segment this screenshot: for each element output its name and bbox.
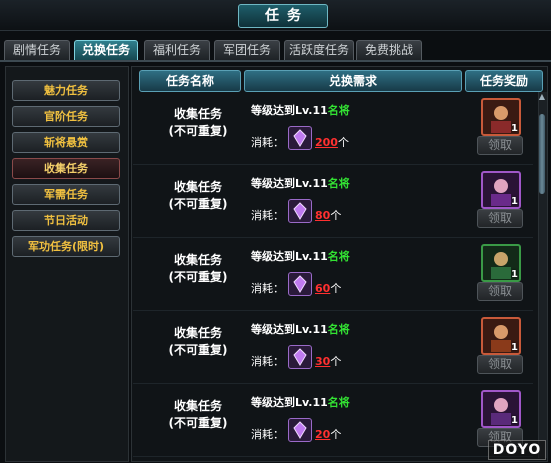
sidebar-item-bounty[interactable]: 斩将悬赏 [12, 132, 120, 153]
reward-count: 1 [511, 342, 518, 353]
requirement-text: 等级达到Lv.11名将 [251, 175, 350, 191]
purple-gem-icon [288, 345, 312, 369]
table-row: 收集任务 (不可重复) 等级达到Lv.11名将 消耗： 30个 1 领取 [133, 311, 533, 384]
reward-item[interactable]: 1 [481, 98, 521, 136]
requirement-target: 名将 [327, 396, 350, 409]
requirement-text: 等级达到Lv.11名将 [251, 394, 350, 410]
cost-amount: 80个 [315, 207, 341, 223]
requirement-level: 等级达到Lv.11 [251, 104, 328, 117]
tab-bar: 剧情任务 兑换任务 福利任务 军团任务 活跃度任务 免费挑战 [0, 40, 551, 60]
claim-button[interactable]: 领取 [477, 282, 523, 301]
tab-legion-quests[interactable]: 军团任务 [214, 40, 280, 60]
reward-count: 1 [511, 415, 518, 426]
cost-label: 消耗： [251, 209, 284, 222]
tab-welfare-quests[interactable]: 福利任务 [144, 40, 210, 60]
quest-repeat-note: (不可重复) [168, 197, 228, 211]
table-row: 收集任务 (不可重复) 等级达到Lv.11名将 消耗： 20个 1 领取 [133, 384, 533, 457]
cost-amount: 20个 [315, 426, 341, 442]
tab-divider [0, 60, 551, 62]
purple-gem-icon [288, 199, 312, 223]
tab-activity-quests[interactable]: 活跃度任务 [284, 40, 354, 60]
requirement-level: 等级达到Lv.11 [251, 250, 328, 263]
claim-button[interactable]: 领取 [477, 136, 523, 155]
cost-label: 消耗： [251, 282, 284, 295]
requirement-text: 等级达到Lv.11名将 [251, 102, 350, 118]
requirement-text: 等级达到Lv.11名将 [251, 248, 350, 264]
cost-label: 消耗： [251, 428, 284, 441]
reward-count: 1 [511, 196, 518, 207]
requirement-target: 名将 [327, 104, 350, 117]
quest-repeat-note: (不可重复) [168, 270, 228, 284]
quest-name: 收集任务 (不可重复) [153, 325, 243, 359]
quest-repeat-note: (不可重复) [168, 343, 228, 357]
requirement-target: 名将 [327, 177, 350, 190]
cost-label: 消耗： [251, 355, 284, 368]
requirement-target: 名将 [327, 323, 350, 336]
purple-gem-icon [288, 272, 312, 296]
cost-unit: 个 [330, 428, 342, 441]
quest-repeat-note: (不可重复) [168, 416, 228, 430]
cost-value: 30 [315, 355, 331, 368]
cost-amount: 60个 [315, 280, 341, 296]
sidebar-item-supply[interactable]: 军需任务 [12, 184, 120, 205]
quest-repeat-note: (不可重复) [168, 124, 228, 138]
cost-value: 80 [315, 209, 331, 222]
window-title: 任务 [238, 4, 328, 28]
tab-story-quests[interactable]: 剧情任务 [4, 40, 70, 60]
sidebar-item-charm[interactable]: 魅力任务 [12, 80, 120, 101]
cost-value: 200 [315, 136, 338, 149]
quest-title: 收集任务 [173, 107, 222, 121]
table-row: 收集任务 (不可重复) 等级达到Lv.11名将 消耗： 60个 1 领取 [133, 238, 533, 311]
quest-name: 收集任务 (不可重复) [153, 106, 243, 140]
cost-label: 消耗： [251, 136, 284, 149]
requirement-text: 等级达到Lv.11名将 [251, 321, 350, 337]
claim-button[interactable]: 领取 [477, 355, 523, 374]
requirement-target: 名将 [327, 250, 350, 263]
reward-count: 1 [511, 269, 518, 280]
cost-value: 20 [315, 428, 331, 441]
arrow-up-icon[interactable]: ▲ [537, 92, 547, 102]
cost-unit: 个 [330, 282, 342, 295]
sidebar-item-collect[interactable]: 收集任务 [12, 158, 120, 179]
claim-button[interactable]: 领取 [477, 209, 523, 228]
quest-list: 收集任务 (不可重复) 等级达到Lv.11名将 消耗： 200个 1 领取 收集… [133, 92, 533, 460]
cost-unit: 个 [330, 355, 342, 368]
quest-name: 收集任务 (不可重复) [153, 398, 243, 432]
header-requirement: 兑换需求 [244, 70, 462, 92]
reward-item[interactable]: 1 [481, 317, 521, 355]
tab-free-challenge[interactable]: 免费挑战 [356, 40, 422, 60]
cost-unit: 个 [337, 136, 349, 149]
quest-title: 收集任务 [173, 326, 222, 340]
cost-unit: 个 [330, 209, 342, 222]
sidebar-item-merit-limited[interactable]: 军功任务(限时) [12, 236, 120, 257]
cost-amount: 30个 [315, 353, 341, 369]
requirement-level: 等级达到Lv.11 [251, 396, 328, 409]
header-quest-name: 任务名称 [139, 70, 241, 92]
quest-title: 收集任务 [173, 253, 222, 267]
table-row: 收集任务 (不可重复) 等级达到Lv.11名将 消耗： 200个 1 领取 [133, 92, 533, 165]
purple-gem-icon [288, 126, 312, 150]
table-row: 收集任务 (不可重复) 等级达到Lv.11名将 消耗： 80个 1 领取 [133, 165, 533, 238]
reward-item[interactable]: 1 [481, 244, 521, 282]
quest-name: 收集任务 (不可重复) [153, 179, 243, 213]
requirement-level: 等级达到Lv.11 [251, 177, 328, 190]
cost-amount: 200个 [315, 134, 349, 150]
quest-name: 收集任务 (不可重复) [153, 252, 243, 286]
header-reward: 任务奖励 [465, 70, 543, 92]
reward-count: 1 [511, 123, 518, 134]
sidebar-item-festival[interactable]: 节日活动 [12, 210, 120, 231]
reward-item[interactable]: 1 [481, 171, 521, 209]
scrollbar-thumb[interactable] [539, 114, 545, 194]
quest-title: 收集任务 [173, 399, 222, 413]
tab-exchange-quests[interactable]: 兑换任务 [74, 40, 138, 60]
requirement-level: 等级达到Lv.11 [251, 323, 328, 336]
purple-gem-icon [288, 418, 312, 442]
quest-title: 收集任务 [173, 180, 222, 194]
watermark-logo: DOYO [488, 440, 546, 460]
reward-item[interactable]: 1 [481, 390, 521, 428]
sidebar-item-rank[interactable]: 官阶任务 [12, 106, 120, 127]
sidebar: 魅力任务 官阶任务 斩将悬赏 收集任务 军需任务 节日活动 军功任务(限时) [5, 66, 129, 462]
cost-value: 60 [315, 282, 331, 295]
